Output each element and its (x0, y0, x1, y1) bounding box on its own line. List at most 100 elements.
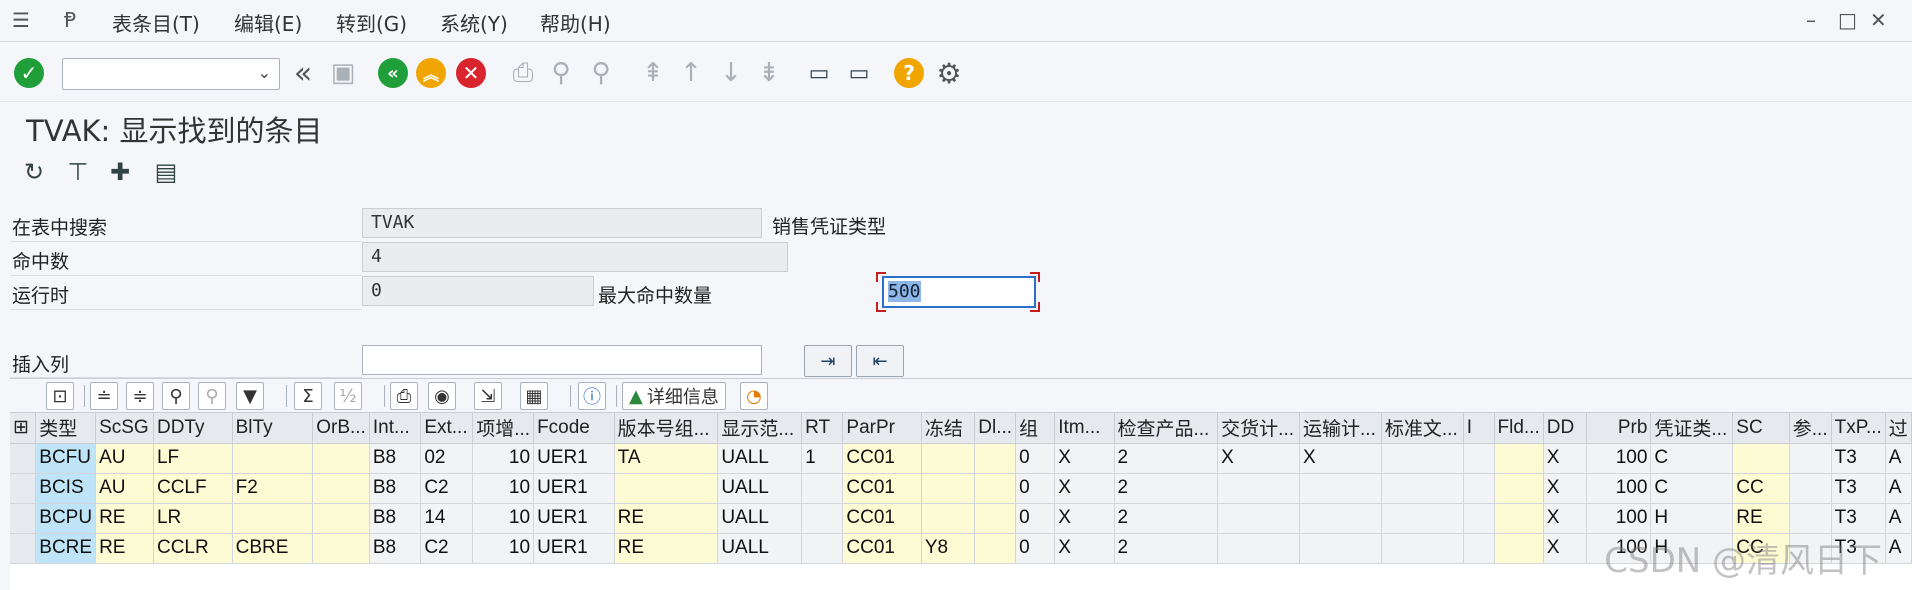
table-cell[interactable]: C (1650, 473, 1734, 504)
back-button[interactable]: « (376, 56, 410, 90)
enter-button[interactable]: ✓ (12, 56, 46, 90)
table-cell[interactable]: 2 (1114, 443, 1219, 474)
filter-icon[interactable]: ▼ (236, 382, 264, 410)
menu-help[interactable]: 帮助(H) (540, 8, 611, 37)
table-cell[interactable] (921, 443, 976, 474)
column-header[interactable]: Fcode (533, 413, 615, 444)
table-row[interactable]: BCPU RE LR B8 14 10 UER1 RE UALL CC01 0 X 2 X 100 H RE T3… (10, 503, 1912, 534)
table-cell[interactable]: UER1 (533, 533, 615, 564)
table-cell[interactable] (1494, 533, 1544, 564)
table-cell[interactable]: 100 (1586, 503, 1652, 534)
column-header[interactable]: 类型 (35, 413, 97, 444)
layout-icon[interactable]: ▦ (520, 382, 548, 410)
column-header[interactable]: TxP... (1831, 413, 1886, 444)
table-cell[interactable]: 10 (472, 443, 535, 474)
table-cell[interactable]: BCRE (35, 533, 97, 564)
grid-detail-icon[interactable]: ⊡ (46, 382, 74, 410)
table-cell[interactable]: UALL (717, 503, 803, 534)
table-cell[interactable]: B8 (369, 443, 422, 474)
table-cell[interactable] (1732, 443, 1790, 474)
table-cell[interactable] (1381, 503, 1464, 534)
table-cell[interactable] (1217, 533, 1301, 564)
column-header[interactable]: Ext... (420, 413, 474, 444)
table-cell[interactable]: 02 (420, 443, 474, 474)
column-header[interactable]: ParPr (842, 413, 922, 444)
table-cell[interactable]: X (1054, 503, 1115, 534)
table-cell[interactable] (974, 503, 1017, 534)
column-header[interactable]: OrB... (312, 413, 370, 444)
table-cell[interactable]: UALL (717, 473, 803, 504)
insert-column-button[interactable]: ⇥ (804, 345, 852, 377)
row-selector[interactable] (10, 533, 37, 564)
sort-descending-icon[interactable]: ≑ (126, 382, 154, 410)
column-header[interactable]: Prb (1586, 413, 1652, 444)
column-header[interactable]: 过 (1885, 413, 1912, 444)
table-cell[interactable]: X (1054, 443, 1115, 474)
table-cell[interactable] (801, 533, 844, 564)
minimize-button[interactable]: – (1806, 8, 1816, 32)
table-cell[interactable]: X (1299, 443, 1382, 474)
table-cell[interactable]: A (1885, 473, 1912, 504)
table-cell[interactable]: B8 (369, 473, 422, 504)
find-next-icon[interactable]: ⚲ (584, 56, 618, 90)
details-button[interactable]: ▲ 详细信息 (622, 382, 726, 410)
table-cell[interactable]: 0 (1015, 473, 1056, 504)
table-cell[interactable]: 2 (1114, 503, 1219, 534)
table-cell[interactable]: T3 (1831, 503, 1886, 534)
info-icon[interactable]: ⓘ (578, 382, 606, 410)
table-cell[interactable]: C (1650, 443, 1734, 474)
row-selector[interactable] (10, 503, 37, 534)
table-cell[interactable] (1299, 533, 1382, 564)
table-cell[interactable] (1217, 503, 1301, 534)
column-header[interactable]: Fld... (1494, 413, 1544, 444)
table-cell[interactable]: AU (95, 473, 154, 504)
table-row[interactable]: BCFU AU LF B8 02 10 UER1 TA UALL 1 CC01 0 X 2 X X X 100 C T… (10, 443, 1912, 474)
table-cell[interactable]: X (1217, 443, 1301, 474)
column-header[interactable]: BlTy (232, 413, 314, 444)
table-cell[interactable] (1494, 443, 1544, 474)
column-header[interactable]: 检查产品... (1114, 413, 1219, 444)
table-cell[interactable]: A (1885, 443, 1912, 474)
puzzle-icon[interactable]: ✚ (104, 156, 136, 188)
menu-system[interactable]: 系统(Y) (440, 8, 508, 37)
table-cell[interactable]: C2 (420, 473, 474, 504)
column-header[interactable]: ScSG (95, 413, 154, 444)
subtotal-icon[interactable]: ½ (334, 382, 362, 410)
table-cell[interactable]: CC01 (842, 503, 922, 534)
table-cell[interactable]: X (1054, 533, 1115, 564)
column-header[interactable]: 组 (1015, 413, 1056, 444)
column-header[interactable]: 项增... (472, 413, 535, 444)
table-cell[interactable]: X (1543, 503, 1588, 534)
table-cell[interactable] (1299, 503, 1382, 534)
table-cell[interactable] (974, 443, 1017, 474)
table-cell[interactable] (1299, 473, 1382, 504)
table-cell[interactable]: BCIS (35, 473, 97, 504)
table-cell[interactable]: 100 (1586, 443, 1652, 474)
table-cell[interactable]: X (1543, 533, 1588, 564)
table-cell[interactable]: CC (1732, 473, 1790, 504)
abc-analysis-icon[interactable]: ◔ (740, 382, 768, 410)
column-header[interactable]: Itm... (1054, 413, 1115, 444)
table-row[interactable]: BCIS AU CCLF F2 B8 C2 10 UER1 UALL CC01 0 X 2 X 100 C CC… (10, 473, 1912, 504)
table-cell[interactable] (1494, 503, 1544, 534)
table-cell[interactable] (1217, 473, 1301, 504)
menu-goto[interactable]: 转到(G) (336, 8, 407, 37)
refresh-icon[interactable]: ↻ (18, 156, 50, 188)
back-double-chevron-icon[interactable]: « (286, 56, 320, 91)
table-cell[interactable]: X (1543, 473, 1588, 504)
table-cell[interactable]: RE (95, 503, 154, 534)
table-cell[interactable]: LF (153, 443, 233, 474)
column-header[interactable]: I (1463, 413, 1495, 444)
table-cell[interactable] (1494, 473, 1544, 504)
column-header[interactable]: Int... (369, 413, 422, 444)
table-cell[interactable]: BCFU (35, 443, 97, 474)
table-cell[interactable]: CC01 (842, 473, 922, 504)
table-cell[interactable]: F2 (232, 473, 314, 504)
table-cell[interactable]: 100 (1586, 473, 1652, 504)
table-cell[interactable] (1463, 473, 1495, 504)
table-cell[interactable] (1381, 473, 1464, 504)
find-icon[interactable]: ⚲ (162, 382, 190, 410)
table-cell[interactable]: UALL (717, 533, 803, 564)
table-cell[interactable]: RE (614, 503, 719, 534)
table-cell[interactable] (1789, 443, 1832, 474)
